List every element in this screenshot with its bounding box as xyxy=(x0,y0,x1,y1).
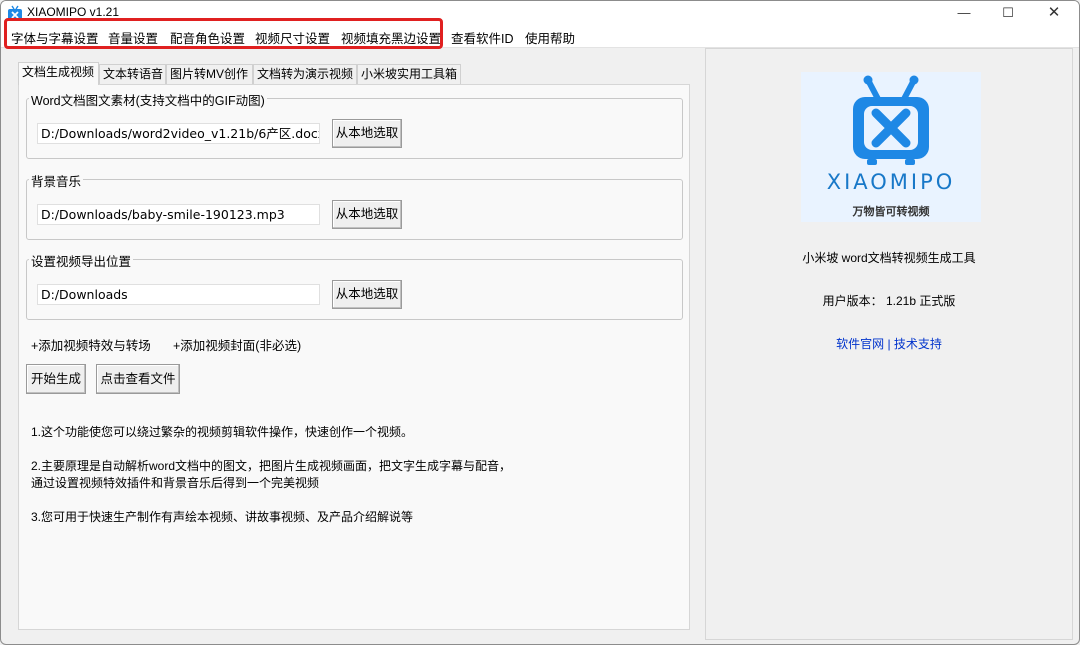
tv-logo-icon xyxy=(853,75,929,165)
title-bar: XIAOMIPO v1.21 — ☐ ✕ xyxy=(1,1,1079,25)
background-music-title: 背景音乐 xyxy=(29,171,84,190)
note-2: 2.主要原理是自动解析word文档中的图文，把图片生成视频画面，把文字生成字幕与… xyxy=(31,459,512,473)
version-label: 用户版本： 1.21b 正式版 xyxy=(822,294,956,308)
maximize-button[interactable]: ☐ xyxy=(985,1,1031,25)
menu-bar: 字体与字幕设置 音量设置 配音角色设置 视频尺寸设置 视频填充黑边设置 查看软件… xyxy=(1,25,1079,48)
logo-wordmark: XIAOMIPO xyxy=(826,170,956,194)
menu-video-size-settings[interactable]: 视频尺寸设置 xyxy=(255,28,330,47)
tab-text-to-speech[interactable]: 文本转语音 xyxy=(99,64,166,84)
word-source-group: Word文档图文素材(支持文档中的GIF动图) D:/Downloads/wor… xyxy=(26,90,683,159)
background-music-group: 背景音乐 D:/Downloads/baby-smile-190123.mp3 … xyxy=(26,171,683,240)
output-location-title: 设置视频导出位置 xyxy=(29,251,134,270)
menu-voice-role-settings[interactable]: 配音角色设置 xyxy=(170,28,245,47)
links-row: 软件官网 | 技术支持 xyxy=(705,335,1073,352)
menu-volume-settings[interactable]: 音量设置 xyxy=(108,28,158,47)
music-pick-button[interactable]: 从本地选取 xyxy=(332,200,402,229)
official-site-link[interactable]: 软件官网 xyxy=(836,337,884,351)
note-3: 3.您可用于快速生产制作有声绘本视频、讲故事视频、及产品介绍解说等 xyxy=(31,510,414,524)
add-effects-link[interactable]: +添加视频特效与转场 xyxy=(31,335,151,354)
logo-slogan: 万物皆可转视频 xyxy=(852,206,930,218)
word-source-title: Word文档图文素材(支持文档中的GIF动图) xyxy=(29,90,267,109)
menu-help[interactable]: 使用帮助 xyxy=(525,28,575,47)
note-2-cont: 通过设置视频特效插件和背景音乐后得到一个完美视频 xyxy=(31,476,320,490)
tab-image-to-mv[interactable]: 图片转MV创作 xyxy=(166,64,253,84)
close-button[interactable]: ✕ xyxy=(1031,1,1077,25)
tab-doc-to-video[interactable]: 文档生成视频 xyxy=(18,62,99,85)
tech-support-link[interactable]: 技术支持 xyxy=(894,337,942,351)
note-1: 1.这个功能使您可以绕过繁杂的视频剪辑软件操作，快速创作一个视频。 xyxy=(31,425,414,439)
word-file-path-field[interactable]: D:/Downloads/word2video_v1.21b/6产区.docx xyxy=(37,123,320,144)
link-separator: | xyxy=(887,337,891,351)
tab-panel xyxy=(18,84,690,630)
output-path-field[interactable]: D:/Downloads xyxy=(37,284,320,305)
output-location-group: 设置视频导出位置 D:/Downloads 从本地选取 xyxy=(26,251,683,320)
menu-view-software-id[interactable]: 查看软件ID xyxy=(451,28,514,47)
word-pick-button[interactable]: 从本地选取 xyxy=(332,119,402,148)
menu-font-subtitle-settings[interactable]: 字体与字幕设置 xyxy=(11,28,99,47)
start-generate-button[interactable]: 开始生成 xyxy=(26,364,86,394)
window-title: XIAOMIPO v1.21 xyxy=(27,5,120,19)
view-file-button[interactable]: 点击查看文件 xyxy=(96,364,180,394)
app-logo: XIAOMIPO 万物皆可转视频 xyxy=(801,72,981,222)
minimize-button[interactable]: — xyxy=(941,1,987,25)
add-cover-link[interactable]: +添加视频封面(非必选) xyxy=(173,335,301,354)
tv-logo-icon xyxy=(8,5,22,20)
tab-doc-to-presentation[interactable]: 文档转为演示视频 xyxy=(253,64,357,84)
product-name: 小米坡 word文档转视频生成工具 xyxy=(802,251,976,265)
music-file-path-field[interactable]: D:/Downloads/baby-smile-190123.mp3 xyxy=(37,204,320,225)
output-pick-button[interactable]: 从本地选取 xyxy=(332,280,402,309)
app-window: XIAOMIPO v1.21 — ☐ ✕ 字体与字幕设置 音量设置 配音角色设置… xyxy=(0,0,1080,645)
menu-black-border-settings[interactable]: 视频填充黑边设置 xyxy=(341,28,441,47)
tab-toolbox[interactable]: 小米坡实用工具箱 xyxy=(357,64,461,84)
